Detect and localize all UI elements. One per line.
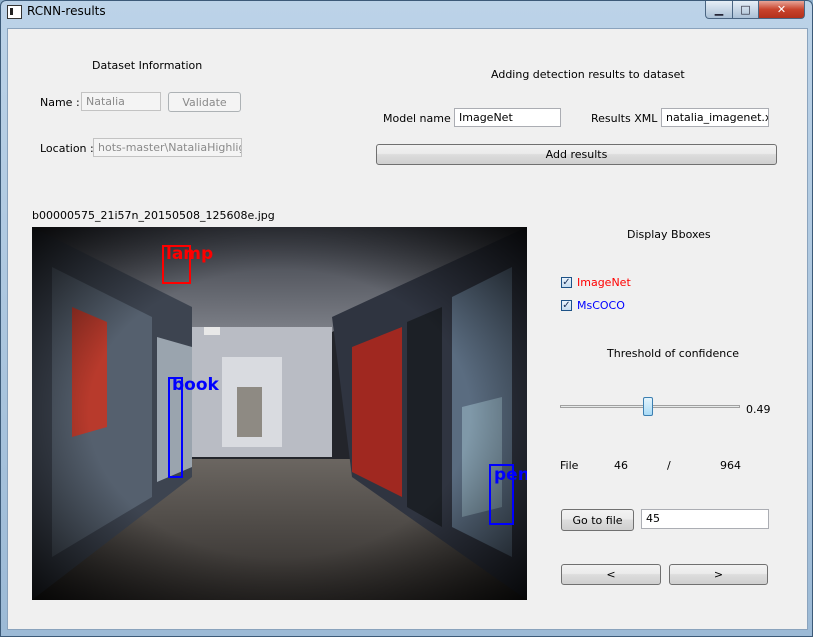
threshold-label: Threshold of confidence — [607, 347, 740, 360]
results-xml-input[interactable]: natalia_imagenet.xml — [661, 108, 769, 127]
close-button[interactable]: ✕ — [758, 1, 805, 19]
dataset-heading: Dataset Information — [92, 59, 203, 72]
detection-image: lamp book pen — [32, 227, 527, 600]
location-label: Location : — [40, 142, 94, 155]
mscoco-checkbox-label[interactable]: MsCOCO — [577, 299, 625, 312]
corridor-photo — [32, 227, 527, 600]
go-to-file-input[interactable]: 45 — [641, 509, 769, 529]
close-icon: ✕ — [776, 3, 787, 16]
add-results-button[interactable]: Add results — [376, 144, 777, 165]
results-heading: Adding detection results to dataset — [491, 68, 685, 81]
threshold-slider-handle[interactable] — [643, 397, 653, 416]
bbox-book-label: book — [172, 375, 219, 395]
model-name-input[interactable]: ImageNet — [454, 108, 561, 127]
maximize-button[interactable]: □ — [732, 1, 759, 19]
model-name-label: Model name : — [383, 112, 458, 125]
name-field[interactable]: Natalia — [81, 92, 161, 111]
location-field[interactable]: hots-master\NataliaHighlights\ — [93, 138, 242, 157]
threshold-value: 0.49 — [746, 403, 771, 416]
go-to-file-button[interactable]: Go to file — [561, 509, 634, 531]
bbox-pen-label: pen — [494, 465, 527, 485]
imagenet-checkbox[interactable]: ✓ — [561, 277, 572, 288]
app-icon — [7, 5, 22, 19]
display-bboxes-heading: Display Bboxes — [627, 228, 711, 241]
results-xml-label: Results XML : — [591, 112, 665, 125]
current-file-index: 46 — [614, 459, 628, 472]
image-filename: b00000575_21i57n_20150508_125608e.jpg — [32, 209, 275, 222]
next-button[interactable]: > — [669, 564, 768, 585]
imagenet-checkbox-label[interactable]: ImageNet — [577, 276, 631, 289]
maximize-icon: □ — [740, 3, 751, 16]
mscoco-checkbox[interactable]: ✓ — [561, 300, 572, 311]
validate-button[interactable]: Validate — [168, 92, 241, 112]
file-label: File — [560, 459, 579, 472]
window-title: RCNN-results — [27, 4, 106, 18]
name-label: Name : — [40, 96, 80, 109]
file-separator: / — [667, 459, 671, 472]
bbox-lamp-label: lamp — [166, 244, 214, 264]
minimize-icon: ▁ — [714, 3, 724, 16]
total-files: 964 — [720, 459, 741, 472]
minimize-button[interactable]: ▁ — [705, 1, 733, 19]
previous-button[interactable]: < — [561, 564, 661, 585]
